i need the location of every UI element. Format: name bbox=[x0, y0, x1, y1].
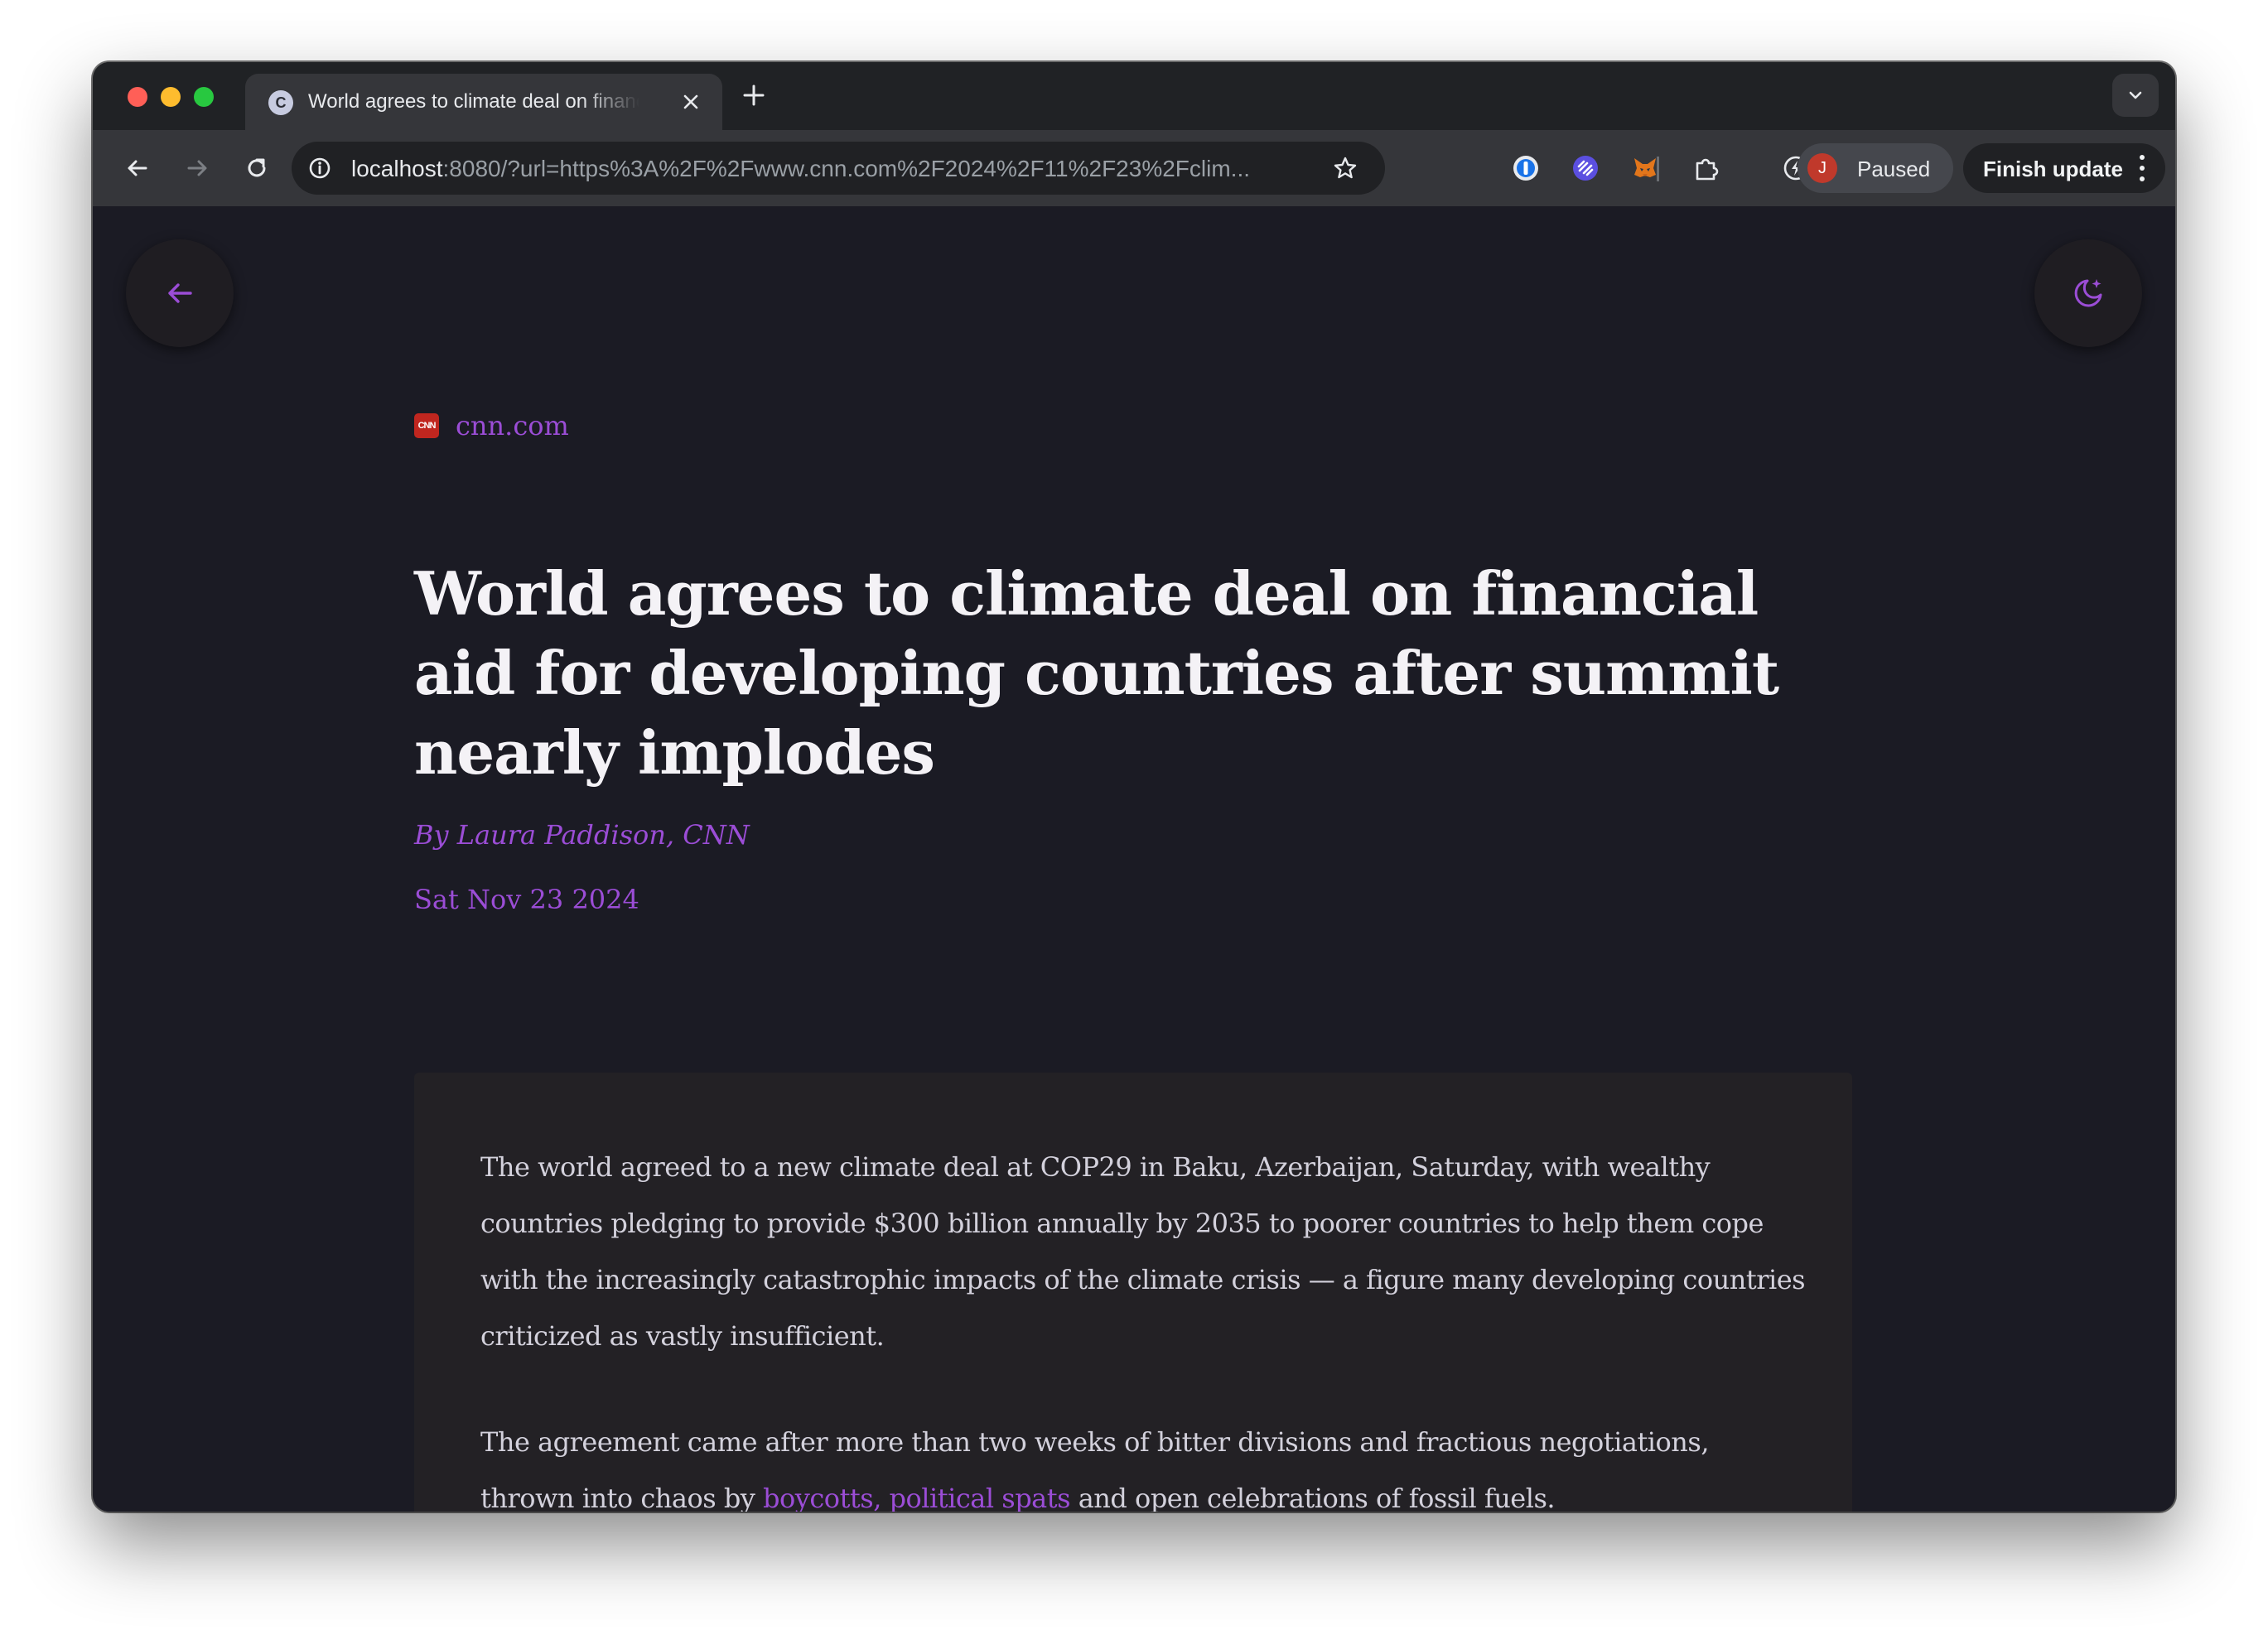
close-tab-icon[interactable] bbox=[676, 87, 706, 117]
bookmark-star-icon[interactable] bbox=[1329, 152, 1362, 185]
avatar: J bbox=[1807, 153, 1837, 183]
reload-icon bbox=[248, 158, 266, 177]
minimize-window-button[interactable] bbox=[161, 87, 181, 107]
chevron-down-icon bbox=[2129, 91, 2142, 99]
arrow-left-icon bbox=[168, 283, 192, 303]
tab-active[interactable]: C World agrees to climate deal on financ… bbox=[245, 74, 722, 130]
browser-toolbar: localhost:8080/?url=https%3A%2F%2Fwww.cn… bbox=[93, 130, 2175, 208]
url-host: localhost bbox=[351, 156, 443, 181]
tab-search-button[interactable] bbox=[2112, 74, 2159, 117]
arrow-right-icon bbox=[187, 160, 207, 176]
address-bar[interactable]: localhost:8080/?url=https%3A%2F%2Fwww.cn… bbox=[292, 142, 1385, 195]
site-info-icon[interactable] bbox=[303, 152, 336, 185]
more-vert-icon bbox=[2137, 155, 2147, 181]
url-text[interactable]: localhost:8080/?url=https%3A%2F%2Fwww.cn… bbox=[351, 156, 1250, 182]
tab-favicon-icon: C bbox=[268, 90, 293, 115]
toolbar-divider bbox=[1657, 157, 1659, 181]
tab-title: World agrees to climate deal on financia… bbox=[308, 90, 639, 113]
close-window-button[interactable] bbox=[128, 87, 147, 107]
inline-link[interactable]: boycotts, political spats bbox=[763, 1483, 1070, 1512]
back-to-feed-button[interactable] bbox=[126, 239, 234, 347]
article-paragraph: The agreement came after more than two w… bbox=[480, 1414, 1806, 1512]
profile-status-label: Paused bbox=[1857, 157, 1931, 181]
zoom-window-button[interactable] bbox=[194, 87, 214, 107]
finish-update-button[interactable]: Finish update bbox=[1963, 143, 2165, 193]
source-logo: CNN bbox=[414, 413, 439, 438]
source-domain[interactable]: cnn.com bbox=[456, 410, 569, 441]
arrow-left-icon bbox=[128, 160, 147, 176]
finish-update-label: Finish update bbox=[1983, 157, 2123, 181]
article-date: Sat Nov 23 2024 bbox=[414, 884, 639, 915]
profile-button[interactable]: J Paused bbox=[1798, 143, 1953, 193]
link-extension-icon[interactable] bbox=[1567, 150, 1604, 186]
article-body: The world agreed to a new climate deal a… bbox=[414, 1073, 1852, 1512]
reader-view: CNN cnn.com World agrees to climate deal… bbox=[93, 206, 2175, 1512]
url-path: :8080/?url=https%3A%2F%2Fwww.cnn.com%2F2… bbox=[442, 156, 1251, 181]
puzzle-piece-icon[interactable] bbox=[1688, 150, 1725, 186]
password-manager-icon[interactable] bbox=[1508, 150, 1544, 186]
article-source[interactable]: CNN cnn.com bbox=[414, 410, 569, 441]
article-paragraph: The world agreed to a new climate deal a… bbox=[480, 1151, 1806, 1352]
new-tab-button[interactable] bbox=[737, 80, 770, 113]
article-byline: By Laura Paddison, CNN bbox=[414, 819, 750, 851]
reload-button[interactable] bbox=[237, 148, 277, 188]
article-title: World agrees to climate deal on financia… bbox=[414, 558, 1779, 788]
tab-strip: C World agrees to climate deal on financ… bbox=[93, 62, 2175, 130]
back-button[interactable] bbox=[118, 148, 157, 188]
paragraph-text: and open celebrations of fossil fuels. bbox=[1070, 1483, 1556, 1512]
moon-star-icon bbox=[2074, 279, 2102, 307]
browser-window: C World agrees to climate deal on financ… bbox=[93, 62, 2175, 1512]
forward-button[interactable] bbox=[177, 148, 217, 188]
theme-toggle-button[interactable] bbox=[2034, 239, 2142, 347]
